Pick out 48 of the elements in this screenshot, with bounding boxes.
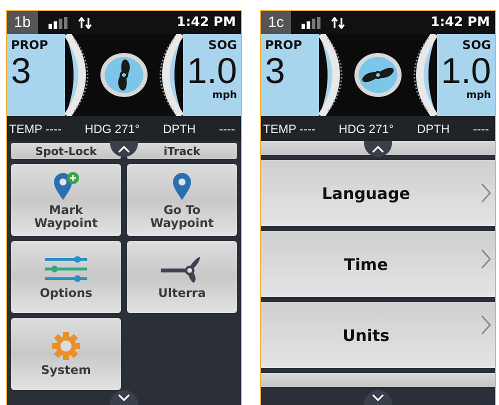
speed-label: SOG xyxy=(208,38,237,52)
prop-value: 3 xyxy=(265,52,286,90)
speed-unit: mph xyxy=(212,90,237,101)
sliders-icon xyxy=(43,254,89,284)
chevron-up-icon xyxy=(118,146,130,153)
gear-icon xyxy=(51,331,81,361)
info-text: ---- xyxy=(473,122,489,136)
menu-list-item[interactable]: Language xyxy=(261,160,495,226)
chevron-right-icon xyxy=(481,249,491,269)
chevron-right-icon xyxy=(481,315,491,335)
info-text: HDG 271° xyxy=(84,122,140,136)
clock-time: 1:42 PM xyxy=(430,15,490,30)
menu-tile[interactable]: Mark Waypoint xyxy=(11,164,121,236)
speed-unit: mph xyxy=(466,90,491,101)
menu-tile[interactable]: iTrack xyxy=(127,143,237,159)
menu-tile[interactable]: Ulterra xyxy=(127,241,237,313)
info-text: TEMP ---- xyxy=(263,122,316,136)
menu-list-item[interactable]: Time xyxy=(261,231,495,297)
menu-tile[interactable]: System xyxy=(11,318,121,390)
data-transfer-icon xyxy=(330,16,345,28)
info-text: HDG 271° xyxy=(338,122,394,136)
prop-label: PROP xyxy=(11,38,48,52)
signal-icon xyxy=(300,16,321,28)
screen-badge: 1b xyxy=(7,11,38,34)
info-text: DPTH xyxy=(416,122,450,136)
prop-value: 3 xyxy=(11,52,32,90)
speed-value: 1.0 xyxy=(440,52,491,90)
chevron-down-icon xyxy=(118,394,130,401)
menu-tile[interactable]: Spot-Lock xyxy=(11,143,121,159)
menu-tile[interactable]: Options xyxy=(11,241,121,313)
speed-value: 1.0 xyxy=(186,52,237,90)
menu-list-item[interactable]: Units xyxy=(261,302,495,368)
info-text: TEMP ---- xyxy=(9,122,62,136)
propeller-icon xyxy=(354,53,402,97)
info-text: DPTH xyxy=(162,122,196,136)
clock-time: 1:42 PM xyxy=(176,15,236,30)
menu-tile[interactable]: Go To Waypoint xyxy=(127,164,237,236)
screen-badge: 1c xyxy=(261,11,291,34)
info-text: ---- xyxy=(219,122,235,136)
data-transfer-icon xyxy=(78,16,92,28)
speed-label: SOG xyxy=(462,38,491,52)
signal-icon xyxy=(48,16,68,28)
chevron-up-icon xyxy=(372,146,384,153)
chevron-right-icon xyxy=(481,183,491,203)
propeller-icon xyxy=(100,53,148,97)
prop-label: PROP xyxy=(265,38,302,52)
chevron-down-icon xyxy=(372,394,384,401)
pin-plus-icon xyxy=(51,170,81,200)
